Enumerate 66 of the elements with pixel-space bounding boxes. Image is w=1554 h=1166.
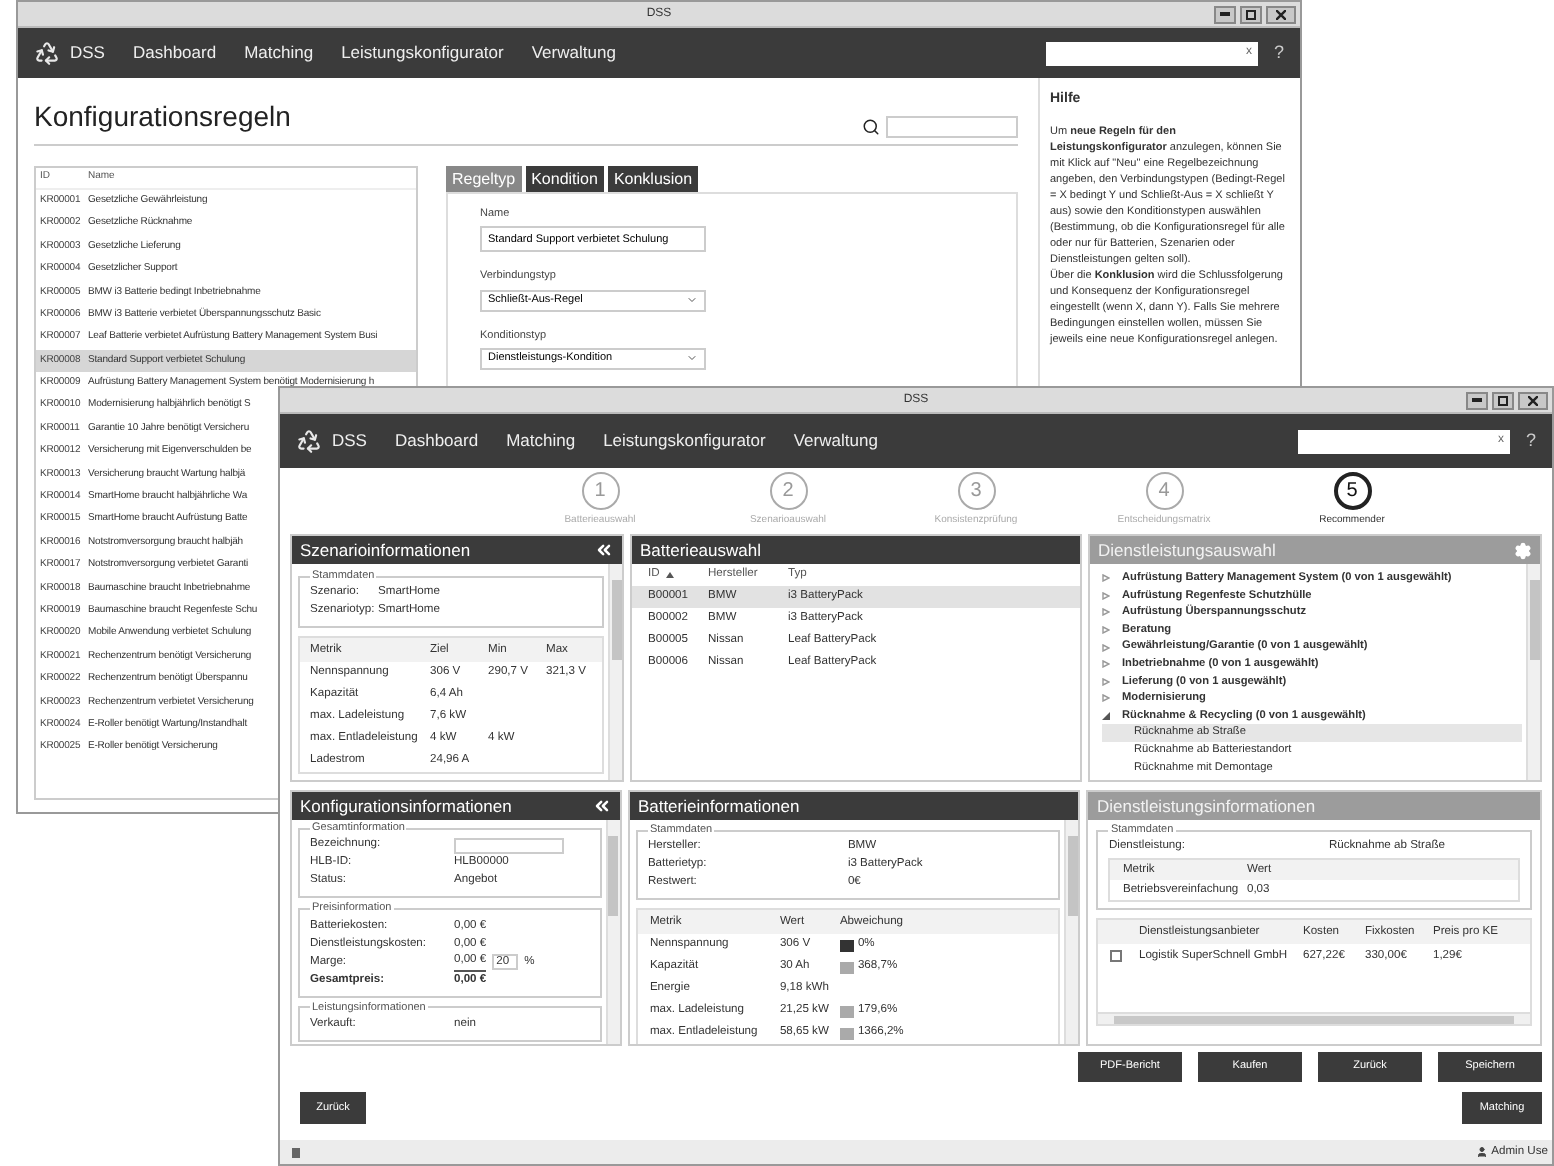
logo-icon: [296, 428, 322, 454]
step-number: 2: [769, 472, 807, 511]
minimize-icon: [1472, 398, 1482, 402]
tab[interactable]: Kondition: [525, 166, 604, 192]
caret-icon: [686, 294, 698, 306]
settings-icon[interactable]: [1514, 541, 1532, 559]
search-field[interactable]: [886, 116, 1018, 138]
help-button[interactable]: ?: [1525, 427, 1536, 455]
scrollbar[interactable]: [1526, 564, 1540, 780]
nav-link[interactable]: Verwaltung: [793, 428, 878, 454]
minimize-icon: [1220, 12, 1230, 16]
collapsed-icon[interactable]: [1102, 574, 1110, 583]
nav-link[interactable]: Verwaltung: [531, 40, 616, 66]
step-number: 4: [1145, 472, 1183, 511]
nav-link[interactable]: Matching: [506, 428, 576, 454]
brand-name: DSS: [70, 40, 105, 66]
search-icon: [862, 118, 880, 136]
step-number: 1: [581, 472, 619, 511]
maximize-button[interactable]: [1240, 5, 1262, 23]
nav-link[interactable]: Dashboard: [132, 40, 217, 66]
close-button[interactable]: [1266, 5, 1296, 23]
close-icon: [1276, 9, 1286, 19]
panel-title: Szenarioinformationen: [300, 537, 471, 563]
panel-title: Konfigurationsinformationen: [300, 793, 512, 819]
collapsed-icon[interactable]: [1102, 626, 1110, 635]
help-button[interactable]: ?: [1273, 39, 1284, 67]
scrollbar[interactable]: [608, 564, 622, 780]
caret-icon: [686, 352, 698, 365]
panel-title: Dienstleistungsauswahl: [1098, 537, 1276, 563]
collapsed-icon[interactable]: [1102, 660, 1110, 669]
panel-title: Batterieinformationen: [637, 793, 800, 819]
tab[interactable]: Konklusion: [607, 166, 699, 192]
nav-link[interactable]: Leistungskonfigurator: [603, 428, 766, 454]
nav-link[interactable]: Leistungskonfigurator: [341, 40, 504, 66]
sort-icon: [665, 572, 674, 578]
collapse-icon[interactable]: [591, 796, 612, 816]
expanded-icon[interactable]: [1102, 712, 1110, 721]
input-field[interactable]: [454, 837, 564, 854]
user-icon: [1475, 1146, 1488, 1158]
maximize-icon: [1498, 395, 1508, 405]
logo-icon: [34, 40, 60, 66]
collapsed-icon[interactable]: [1102, 591, 1110, 600]
minimize-button[interactable]: [1466, 391, 1488, 409]
brand-name: DSS: [332, 428, 367, 454]
step-number: 3: [957, 472, 995, 511]
panel-title: Dienstleistungsinformationen: [1096, 793, 1316, 819]
checkbox[interactable]: [1110, 950, 1123, 963]
collapsed-icon[interactable]: [1102, 694, 1110, 703]
maximize-button[interactable]: [1492, 391, 1514, 409]
collapsed-icon[interactable]: [1102, 643, 1110, 652]
maximize-icon: [1246, 9, 1256, 19]
collapse-icon[interactable]: [594, 540, 614, 560]
scrollbar[interactable]: [1098, 1012, 1530, 1025]
close-button[interactable]: [1518, 391, 1548, 409]
nav-link[interactable]: Matching: [244, 40, 314, 66]
close-icon: [1528, 395, 1538, 405]
scrollbar[interactable]: [1064, 820, 1079, 1044]
collapsed-icon[interactable]: [1102, 677, 1110, 686]
nav-link[interactable]: Dashboard: [394, 428, 479, 454]
collapsed-icon[interactable]: [1102, 608, 1110, 617]
scrollbar[interactable]: [605, 820, 620, 1044]
panel-title: Batterieauswahl: [640, 537, 761, 563]
page-heading: Konfigurationsregeln: [34, 98, 291, 136]
step-number: 5: [1333, 472, 1371, 511]
minimize-button[interactable]: [1214, 5, 1236, 23]
tab[interactable]: Regeltyp: [446, 166, 522, 192]
